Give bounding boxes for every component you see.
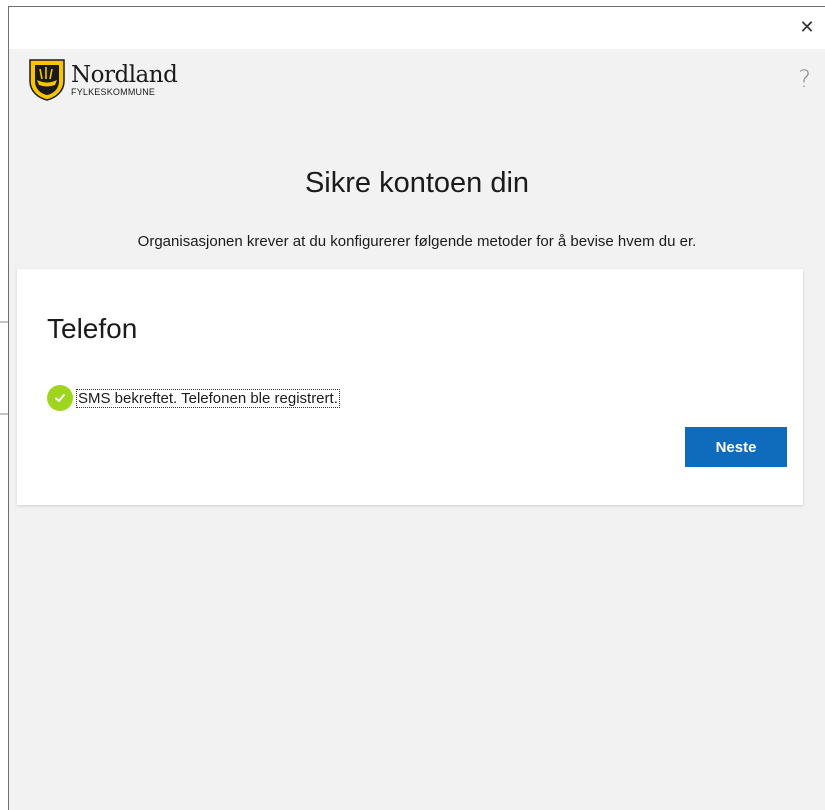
status-row: SMS bekreftet. Telefonen ble registrert. [47, 385, 340, 411]
close-icon: ✕ [799, 17, 815, 37]
logo-subtitle: FYLKESKOMMUNE [71, 86, 156, 97]
dialog-window: ✕ Nordland FYLKESKOMMUNE ? Sikre kontoen… [8, 6, 825, 810]
page-subtitle: Organisasjonen krever at du konfigurerer… [137, 233, 697, 250]
desktop-edge [0, 0, 8, 810]
method-card: Telefon SMS bekreftet. Telefonen ble reg… [17, 269, 803, 505]
page-title: Sikre kontoen din [304, 167, 530, 199]
title-bar: ✕ [9, 7, 825, 49]
next-button[interactable]: Neste [685, 427, 787, 467]
checkmark-circle-icon [47, 385, 73, 411]
help-icon[interactable]: ? [798, 65, 811, 93]
card-title: Telefon [47, 313, 138, 344]
status-text: SMS bekreftet. Telefonen ble registrert. [76, 388, 340, 408]
logo: Nordland FYLKESKOMMUNE [29, 59, 178, 101]
logo-name: Nordland [71, 61, 178, 88]
nordland-shield-icon [29, 59, 65, 101]
close-button[interactable]: ✕ [797, 17, 817, 37]
main-content: Sikre kontoen din Organisasjonen krever … [9, 111, 825, 810]
brand-header: Nordland FYLKESKOMMUNE ? [9, 49, 825, 111]
